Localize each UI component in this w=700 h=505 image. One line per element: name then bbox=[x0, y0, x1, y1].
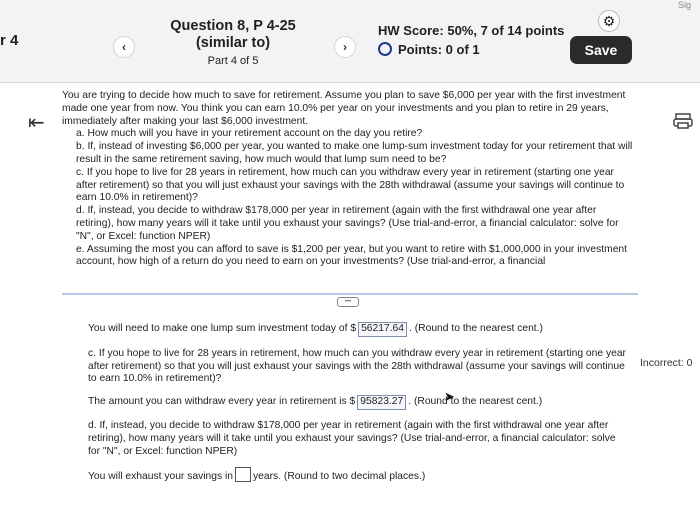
previous-question-button[interactable]: ‹ bbox=[113, 36, 135, 58]
question-d: d. If, instead, you decide to withdraw $… bbox=[88, 419, 616, 457]
answer-c-prefix: The amount you can withdraw every year i… bbox=[88, 396, 356, 408]
expand-button[interactable]: ••• bbox=[337, 297, 359, 307]
answer-d-prefix: You will exhaust your savings in bbox=[88, 471, 234, 483]
part-e-text: e. Assuming the most you can afford to s… bbox=[76, 243, 628, 268]
answer-b-value[interactable]: 56217.64 bbox=[358, 322, 408, 337]
part-b-text: b. If, instead of investing $6,000 per y… bbox=[76, 141, 633, 165]
corner-text: Sig bbox=[678, 0, 692, 10]
hw-score: HW Score: 50%, 7 of 14 points bbox=[378, 23, 565, 38]
chevron-left-icon: ‹ bbox=[122, 40, 126, 54]
section-divider bbox=[62, 293, 638, 295]
part-c-text: c. If you hope to live for 28 years in r… bbox=[76, 166, 625, 204]
answer-c-suffix: . (Round to the nearest cent.) bbox=[408, 396, 543, 408]
answer-d-suffix: years. (Round to two decimal places.) bbox=[253, 471, 426, 483]
question-part: Part 4 of 5 bbox=[207, 55, 259, 67]
answer-d: You will exhaust your savings in years. (… bbox=[88, 467, 626, 484]
answer-b: You will need to make one lump sum inves… bbox=[88, 322, 626, 337]
print-icon[interactable] bbox=[673, 113, 693, 129]
incorrect-indicator: Incorrect: 0 bbox=[640, 357, 693, 369]
chevron-right-icon: › bbox=[343, 40, 347, 54]
answer-b-prefix: You will need to make one lump sum inves… bbox=[88, 323, 357, 334]
save-button[interactable]: Save bbox=[570, 36, 632, 64]
points-display: Points: 0 of 1 bbox=[378, 42, 480, 57]
question-c: c. If you hope to live for 28 years in r… bbox=[88, 347, 626, 385]
part-a-text: a. How much will you have in your retire… bbox=[76, 128, 423, 140]
answer-c: The amount you can withdraw every year i… bbox=[88, 395, 626, 410]
gear-icon[interactable]: ⚙ bbox=[598, 10, 620, 32]
back-to-start-icon[interactable]: ⇤ bbox=[28, 110, 45, 135]
answer-b-suffix: . (Round to the nearest cent.) bbox=[409, 323, 543, 334]
points-text: Points: 0 of 1 bbox=[398, 42, 480, 57]
progress-ring-icon bbox=[378, 42, 392, 56]
problem-intro: You are trying to decide how much to sav… bbox=[62, 90, 626, 127]
problem-statement: You are trying to decide how much to sav… bbox=[62, 90, 634, 269]
answer-c-value[interactable]: 95823.27 bbox=[357, 395, 407, 410]
part-d-text: d. If, instead, you decide to withdraw $… bbox=[76, 205, 619, 242]
next-question-button[interactable]: › bbox=[334, 36, 356, 58]
years-input[interactable] bbox=[235, 467, 252, 483]
chapter-label: r 4 bbox=[0, 32, 19, 49]
question-header: r 4 ‹ Question 8, P 4-25 (similar to) Pa… bbox=[0, 0, 700, 83]
question-title: Question 8, P 4-25 (similar to) bbox=[170, 18, 296, 51]
mouse-cursor-icon: ➤ bbox=[444, 389, 455, 404]
answer-area: You will need to make one lump sum inves… bbox=[88, 322, 626, 484]
